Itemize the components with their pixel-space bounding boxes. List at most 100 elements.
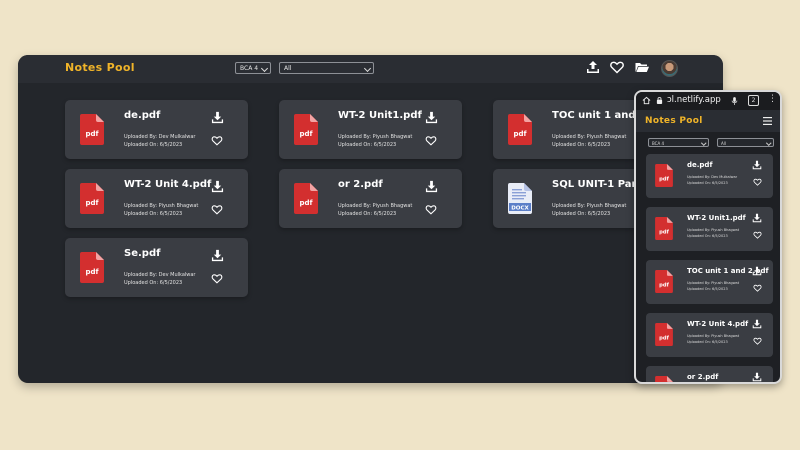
heart-outline-icon[interactable] <box>425 135 437 146</box>
uploaded-on: Uploaded On: 6/5/2023 <box>687 339 728 344</box>
brand-logo[interactable]: Notes Pool <box>65 61 135 74</box>
url-text[interactable]: ɔl.netlify.app <box>667 95 721 105</box>
note-meta: Uploaded By: Piyush Bhagwat Uploaded On: … <box>338 202 412 218</box>
uploaded-by: Uploaded By: Piyush Bhagwat <box>124 203 199 209</box>
chevron-down-icon <box>765 140 771 146</box>
uploaded-on: Uploaded On: 6/5/2023 <box>338 211 397 217</box>
uploaded-by: Uploaded By: Piyush Bhagwat <box>687 281 740 285</box>
download-icon[interactable] <box>211 249 224 262</box>
subject-select-value: All <box>284 65 292 72</box>
note-meta: Uploaded By: Piyush Bhagwat Uploaded On: … <box>338 133 412 149</box>
heart-icon[interactable] <box>609 59 625 75</box>
uploaded-on: Uploaded On: 6/5/2023 <box>687 286 728 291</box>
browser-address-bar: ɔl.netlify.app 2 ⋮ <box>636 92 780 110</box>
chevron-down-icon <box>260 64 269 73</box>
subject-select[interactable]: All <box>279 62 374 74</box>
uploaded-by: Uploaded By: Piyush Bhagwat <box>687 334 740 338</box>
mobile-note-card[interactable]: pdf WT-2 Unit1.pdf Uploaded By: Piyush Bha… <box>646 207 773 251</box>
pdf-file-icon: pdf <box>655 376 673 382</box>
note-card[interactable]: pdf WT-2 Unit1.pdf Uploaded By: Piyush Bha… <box>279 100 462 159</box>
semester-select[interactable]: BCA 4 <box>235 62 271 74</box>
svg-text:pdf: pdf <box>659 335 669 341</box>
uploaded-by: Uploaded By: Dev Mulkalwar <box>124 134 196 140</box>
mobile-preview: ɔl.netlify.app 2 ⋮ Notes Pool BCA 4 All … <box>634 90 782 384</box>
uploaded-on: Uploaded On: 6/5/2023 <box>687 233 728 238</box>
download-icon[interactable] <box>425 111 438 124</box>
top-navbar: Notes Pool BCA 4 All <box>18 55 723 83</box>
pdf-file-icon: pdf <box>655 323 673 346</box>
mobile-note-meta: Uploaded By: Piyush Bhagwat Uploaded On: … <box>687 228 739 239</box>
pdf-file-icon: pdf <box>294 114 318 145</box>
user-avatar[interactable] <box>661 60 678 77</box>
uploaded-by: Uploaded By: Dev Mulkalwar <box>687 175 738 179</box>
mobile-subject-select[interactable]: All <box>717 138 774 147</box>
chevron-down-icon <box>700 140 706 146</box>
note-card[interactable]: pdf Se.pdf Uploaded By: Dev Mulkalwar Uploa… <box>65 238 248 297</box>
svg-text:pdf: pdf <box>299 130 313 138</box>
microphone-icon[interactable] <box>731 96 738 106</box>
download-icon[interactable] <box>752 213 762 223</box>
download-icon[interactable] <box>425 180 438 193</box>
pdf-file-icon: pdf <box>80 183 104 214</box>
svg-text:pdf: pdf <box>299 199 313 207</box>
mobile-semester-select[interactable]: BCA 4 <box>648 138 709 147</box>
mobile-note-title[interactable]: or 2.pdf <box>687 373 718 381</box>
heart-outline-icon[interactable] <box>753 337 762 345</box>
heart-outline-icon[interactable] <box>211 273 223 284</box>
svg-text:pdf: pdf <box>85 268 99 276</box>
download-icon[interactable] <box>211 180 224 193</box>
heart-outline-icon[interactable] <box>211 204 223 215</box>
svg-text:pdf: pdf <box>85 130 99 138</box>
download-icon[interactable] <box>752 266 762 276</box>
mobile-note-card[interactable]: pdf WT-2 Unit 4.pdf Uploaded By: Piyush Bh… <box>646 313 773 357</box>
heart-outline-icon[interactable] <box>753 231 762 239</box>
mobile-note-title[interactable]: de.pdf <box>687 161 712 169</box>
docx-file-icon: DOCX <box>508 183 532 214</box>
uploaded-on: Uploaded On: 6/5/2023 <box>124 142 183 148</box>
folder-open-icon[interactable] <box>634 59 650 75</box>
download-icon[interactable] <box>752 319 762 329</box>
chevron-down-icon <box>363 64 372 73</box>
mobile-note-card[interactable]: pdf or 2.pdf <box>646 366 773 382</box>
note-meta: Uploaded By: Dev Mulkalwar Uploaded On: 6… <box>124 133 195 149</box>
heart-outline-icon[interactable] <box>425 204 437 215</box>
heart-outline-icon[interactable] <box>753 284 762 292</box>
mobile-note-meta: Uploaded By: Piyush Bhagwat Uploaded On: … <box>687 281 739 292</box>
svg-text:DOCX: DOCX <box>511 206 529 212</box>
mobile-note-title[interactable]: WT-2 Unit 4.pdf <box>687 320 748 328</box>
lock-icon <box>656 97 663 104</box>
note-card[interactable]: pdf WT-2 Unit 4.pdf Uploaded By: Piyush Bh… <box>65 169 248 228</box>
heart-outline-icon[interactable] <box>753 178 762 186</box>
pdf-file-icon: pdf <box>655 217 673 240</box>
pdf-file-icon: pdf <box>294 183 318 214</box>
mobile-semester-value: BCA 4 <box>652 141 665 146</box>
tab-count-badge[interactable]: 2 <box>748 95 759 106</box>
mobile-note-card[interactable]: pdf TOC unit 1 and 2.pdf Uploaded By: Piyu… <box>646 260 773 304</box>
home-icon[interactable] <box>642 96 651 105</box>
upload-icon[interactable] <box>585 59 601 75</box>
uploaded-on: Uploaded On: 6/5/2023 <box>687 180 728 185</box>
semester-select-value: BCA 4 <box>240 65 259 72</box>
uploaded-on: Uploaded On: 6/5/2023 <box>552 142 611 148</box>
uploaded-on: Uploaded On: 6/5/2023 <box>552 211 611 217</box>
hamburger-menu-icon[interactable] <box>763 117 772 125</box>
note-card[interactable]: pdf or 2.pdf Uploaded By: Piyush Bhagwat Up… <box>279 169 462 228</box>
download-icon[interactable] <box>752 372 762 382</box>
uploaded-by: Uploaded By: Dev Mulkalwar <box>124 272 196 278</box>
uploaded-by: Uploaded By: Piyush Bhagwat <box>338 134 413 140</box>
uploaded-by: Uploaded By: Piyush Bhagwat <box>338 203 413 209</box>
note-card[interactable]: pdf de.pdf Uploaded By: Dev Mulkalwar Uploa… <box>65 100 248 159</box>
download-icon[interactable] <box>752 160 762 170</box>
note-meta: Uploaded By: Piyush Bhagwat Uploaded On: … <box>552 202 626 218</box>
download-icon[interactable] <box>211 111 224 124</box>
mobile-note-card[interactable]: pdf de.pdf Uploaded By: Dev Mulkalwar Uploa… <box>646 154 773 198</box>
svg-text:pdf: pdf <box>85 199 99 207</box>
svg-text:pdf: pdf <box>659 282 669 288</box>
more-options-icon[interactable]: ⋮ <box>768 94 777 104</box>
svg-text:pdf: pdf <box>659 229 669 235</box>
mobile-note-title[interactable]: WT-2 Unit1.pdf <box>687 214 746 222</box>
mobile-brand-logo[interactable]: Notes Pool <box>645 116 703 126</box>
note-meta: Uploaded By: Dev Mulkalwar Uploaded On: 6… <box>124 271 195 287</box>
mobile-note-meta: Uploaded By: Piyush Bhagwat Uploaded On: … <box>687 334 739 345</box>
heart-outline-icon[interactable] <box>211 135 223 146</box>
